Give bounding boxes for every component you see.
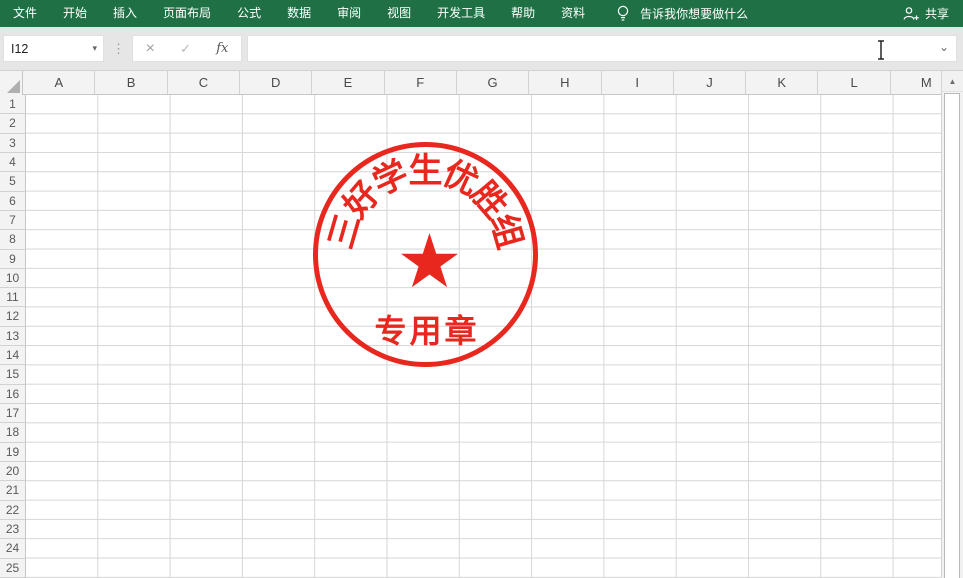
formula-input[interactable]: ⌄	[247, 35, 957, 62]
ibeam-cursor	[875, 39, 887, 61]
row-header-8[interactable]: 8	[0, 230, 25, 249]
name-box-dropdown-icon[interactable]: ▾	[92, 43, 97, 54]
cancel-button[interactable]: ×	[146, 40, 155, 58]
row-header-5[interactable]: 5	[0, 172, 25, 191]
row-header-16[interactable]: 16	[0, 385, 25, 404]
ribbon-tab-11[interactable]: 资料	[548, 0, 598, 27]
ribbon-tab-3[interactable]: 插入	[100, 0, 150, 27]
row-header-18[interactable]: 18	[0, 423, 25, 442]
name-box[interactable]: I12 ▾	[3, 35, 104, 62]
column-header-K[interactable]: K	[746, 71, 818, 94]
vertical-scrollbar[interactable]: ▲	[941, 71, 963, 578]
ribbon-tab-bar: 文件开始插入页面布局公式数据审阅视图开发工具帮助资料 告诉我你想要做什么 共享	[0, 0, 963, 27]
row-header-22[interactable]: 22	[0, 501, 25, 520]
tell-me-label: 告诉我你想要做什么	[640, 5, 748, 22]
ribbon-tab-7[interactable]: 审阅	[324, 0, 374, 27]
column-header-L[interactable]: L	[818, 71, 890, 94]
formula-button-group: × ✓ fx	[132, 35, 242, 62]
row-header-25[interactable]: 25	[0, 559, 25, 578]
column-header-J[interactable]: J	[674, 71, 746, 94]
ribbon-tab-1[interactable]: 文件	[0, 0, 50, 27]
row-header-19[interactable]: 19	[0, 443, 25, 462]
scrollbar-thumb[interactable]	[944, 93, 960, 578]
ribbon-tab-2[interactable]: 开始	[50, 0, 100, 27]
row-header-20[interactable]: 20	[0, 462, 25, 481]
ribbon-tab-9[interactable]: 开发工具	[424, 0, 498, 27]
formula-bar-handle-icon: ⋮	[104, 41, 132, 57]
row-header-23[interactable]: 23	[0, 520, 25, 539]
row-header-3[interactable]: 3	[0, 134, 25, 153]
share-button[interactable]: 共享	[903, 5, 949, 22]
column-header-I[interactable]: I	[602, 71, 674, 94]
row-header-4[interactable]: 4	[0, 153, 25, 172]
row-header-10[interactable]: 10	[0, 269, 25, 288]
formula-bar-expand-icon[interactable]: ⌄	[939, 40, 949, 54]
column-header-F[interactable]: F	[385, 71, 457, 94]
ribbon-tab-list: 文件开始插入页面布局公式数据审阅视图开发工具帮助资料	[0, 0, 598, 27]
ribbon-tab-10[interactable]: 帮助	[498, 0, 548, 27]
tell-me-search[interactable]: 告诉我你想要做什么	[616, 5, 748, 22]
column-header-D[interactable]: D	[240, 71, 312, 94]
lightbulb-icon	[616, 5, 630, 22]
select-all-triangle-icon	[7, 80, 20, 93]
ribbon-tab-6[interactable]: 数据	[274, 0, 324, 27]
row-header-2[interactable]: 2	[0, 114, 25, 133]
worksheet: ABCDEFGHIJKLM 12345678910111213141516171…	[0, 71, 963, 578]
row-header-14[interactable]: 14	[0, 346, 25, 365]
column-header-E[interactable]: E	[312, 71, 384, 94]
column-header-C[interactable]: C	[168, 71, 240, 94]
row-header-12[interactable]: 12	[0, 307, 25, 326]
ribbon-tab-5[interactable]: 公式	[224, 0, 274, 27]
share-label: 共享	[925, 5, 949, 22]
name-box-value: I12	[11, 42, 28, 56]
column-header-H[interactable]: H	[529, 71, 601, 94]
select-all-button[interactable]	[0, 71, 23, 95]
row-header-15[interactable]: 15	[0, 365, 25, 384]
ribbon-tab-4[interactable]: 页面布局	[150, 0, 224, 27]
row-header-6[interactable]: 6	[0, 192, 25, 211]
scroll-up-button[interactable]: ▲	[942, 71, 963, 92]
spreadsheet-grid[interactable]	[26, 95, 963, 578]
column-headers: ABCDEFGHIJKLM	[23, 71, 963, 94]
enter-button[interactable]: ✓	[180, 41, 191, 57]
column-header-G[interactable]: G	[457, 71, 529, 94]
row-header-17[interactable]: 17	[0, 404, 25, 423]
ribbon-tab-8[interactable]: 视图	[374, 0, 424, 27]
row-header-13[interactable]: 13	[0, 327, 25, 346]
person-add-icon	[903, 6, 920, 21]
row-header-21[interactable]: 21	[0, 481, 25, 500]
row-header-24[interactable]: 24	[0, 539, 25, 558]
column-header-A[interactable]: A	[23, 71, 95, 94]
row-headers: 1234567891011121314151617181920212223242…	[0, 95, 26, 578]
row-header-9[interactable]: 9	[0, 250, 25, 269]
excel-window: 文件开始插入页面布局公式数据审阅视图开发工具帮助资料 告诉我你想要做什么 共享 …	[0, 0, 963, 578]
insert-function-button[interactable]: fx	[216, 41, 228, 56]
row-header-11[interactable]: 11	[0, 288, 25, 307]
row-header-1[interactable]: 1	[0, 95, 25, 114]
column-header-B[interactable]: B	[95, 71, 167, 94]
formula-bar-strip: I12 ▾ ⋮ × ✓ fx ⌄	[0, 27, 963, 71]
row-header-7[interactable]: 7	[0, 211, 25, 230]
column-header-row: ABCDEFGHIJKLM	[0, 71, 963, 95]
